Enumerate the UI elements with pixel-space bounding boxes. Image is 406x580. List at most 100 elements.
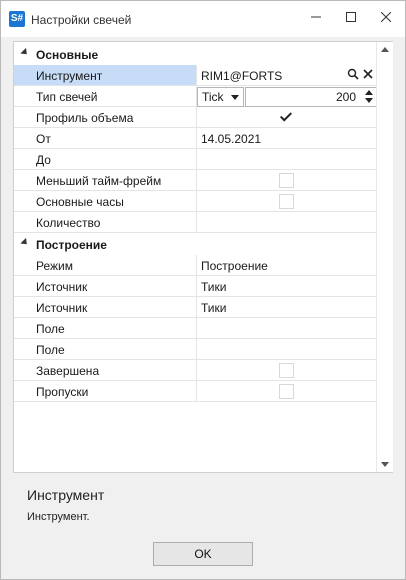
prop-name: Тип свечей [14, 86, 197, 107]
prop-row-source-2[interactable]: Источник Тики [14, 297, 376, 318]
instrument-value[interactable]: RIM1@FORTS [201, 69, 282, 83]
prop-name: От [14, 128, 197, 149]
regular-hours-checkbox[interactable] [279, 194, 294, 209]
prop-name: До [14, 149, 197, 170]
prop-row-from[interactable]: От 14.05.2021 [14, 128, 376, 149]
description-text: Инструмент. [27, 511, 90, 523]
maximize-icon [346, 12, 356, 22]
prop-row-finished[interactable]: Завершена [14, 360, 376, 381]
from-date-value[interactable]: 14.05.2021 [201, 132, 261, 146]
prop-row-regular-hours[interactable]: Основные часы [14, 191, 376, 212]
clear-icon[interactable] [362, 68, 374, 80]
prop-value[interactable]: Тики [197, 276, 376, 297]
prop-name: Пропуски [14, 381, 197, 402]
prop-row-field-1[interactable]: Поле [14, 318, 376, 339]
candle-type-combo[interactable]: Tick [197, 87, 244, 107]
prop-label: Режим [36, 259, 73, 273]
prop-row-source-1[interactable]: Источник Тики [14, 276, 376, 297]
prop-value[interactable] [197, 360, 376, 381]
prop-value[interactable] [197, 107, 376, 128]
prop-name: Завершена [14, 360, 197, 381]
prop-label: Источник [36, 280, 88, 294]
app-icon: S# [9, 11, 25, 27]
category-basic[interactable]: Основные [14, 44, 376, 65]
prop-name: Режим [14, 255, 197, 276]
category-label: Построение [36, 238, 107, 252]
prop-value[interactable]: Построение [197, 255, 376, 276]
stepper-value[interactable]: 200 [336, 90, 356, 104]
source-value[interactable]: Тики [201, 301, 226, 315]
prop-label: Поле [36, 343, 65, 357]
volume-profile-checkbox[interactable] [279, 110, 292, 123]
prop-label: Пропуски [36, 385, 89, 399]
close-icon [381, 12, 391, 22]
combo-value: Tick [202, 90, 224, 104]
spin-up-icon[interactable] [365, 90, 373, 95]
prop-name: Поле [14, 318, 197, 339]
candle-settings-window: S# Настройки свечей Основные Инструмент … [0, 0, 406, 580]
prop-row-to[interactable]: До [14, 149, 376, 170]
prop-label: Основные часы [36, 195, 124, 209]
gaps-checkbox[interactable] [279, 384, 294, 399]
category-build[interactable]: Построение [14, 234, 376, 255]
prop-value[interactable] [197, 212, 376, 233]
prop-label: Профиль объема [36, 111, 134, 125]
prop-label: Завершена [36, 364, 100, 378]
ok-button[interactable]: OK [153, 542, 253, 566]
prop-name: Источник [14, 297, 197, 318]
prop-row-count[interactable]: Количество [14, 212, 376, 233]
prop-value[interactable] [197, 381, 376, 402]
collapse-triangle-icon[interactable] [20, 47, 30, 58]
window-title: Настройки свечей [31, 13, 132, 27]
prop-label: Меньший тайм-фрейм [36, 174, 162, 188]
title-bar: S# Настройки свечей [1, 1, 405, 37]
close-button[interactable] [369, 1, 403, 33]
maximize-button[interactable] [334, 1, 368, 33]
scroll-down-icon[interactable] [381, 462, 389, 467]
prop-value[interactable] [197, 191, 376, 212]
prop-name: Источник [14, 276, 197, 297]
minimize-button[interactable] [299, 1, 333, 33]
scroll-up-icon[interactable] [381, 47, 389, 52]
source-value[interactable]: Тики [201, 280, 226, 294]
prop-name: Поле [14, 339, 197, 360]
prop-row-mode[interactable]: Режим Построение [14, 255, 376, 276]
search-icon[interactable] [347, 68, 359, 80]
prop-label: От [36, 132, 51, 146]
vertical-scrollbar[interactable] [376, 42, 393, 472]
prop-row-smaller-timeframe[interactable]: Меньший тайм-фрейм [14, 170, 376, 191]
prop-value[interactable]: RIM1@FORTS [197, 65, 376, 86]
prop-row-instrument[interactable]: Инструмент RIM1@FORTS [14, 65, 376, 86]
description-panel: Инструмент Инструмент. [13, 473, 393, 533]
prop-row-field-2[interactable]: Поле [14, 339, 376, 360]
prop-value[interactable] [197, 318, 376, 339]
prop-name: Инструмент [14, 65, 197, 86]
prop-row-volume-profile[interactable]: Профиль объема [14, 107, 376, 128]
prop-value[interactable] [197, 149, 376, 170]
smaller-timeframe-checkbox[interactable] [279, 173, 294, 188]
prop-label: Инструмент [36, 69, 103, 83]
property-grid: Основные Инструмент RIM1@FORTS Тип свече… [13, 41, 393, 473]
prop-label: До [36, 153, 51, 167]
chevron-down-icon [231, 95, 239, 100]
prop-row-candle-type[interactable]: Тип свечей Tick 200 [14, 86, 377, 107]
mode-value[interactable]: Построение [201, 259, 268, 273]
prop-value[interactable]: 14.05.2021 [197, 128, 376, 149]
prop-value[interactable]: Тики [197, 297, 376, 318]
prop-label: Тип свечей [36, 90, 98, 104]
prop-label: Источник [36, 301, 88, 315]
prop-value[interactable] [197, 170, 376, 191]
collapse-triangle-icon[interactable] [20, 237, 30, 248]
prop-value[interactable]: Tick 200 [197, 86, 377, 107]
prop-label: Поле [36, 322, 65, 336]
prop-name: Профиль объема [14, 107, 197, 128]
prop-value[interactable] [197, 339, 376, 360]
candle-value-stepper[interactable]: 200 [245, 87, 377, 107]
finished-checkbox[interactable] [279, 363, 294, 378]
description-title: Инструмент [27, 487, 105, 503]
category-label: Основные [36, 48, 99, 62]
prop-name: Меньший тайм-фрейм [14, 170, 197, 191]
minimize-icon [311, 16, 321, 18]
spin-down-icon[interactable] [365, 98, 373, 103]
prop-row-gaps[interactable]: Пропуски [14, 381, 376, 402]
